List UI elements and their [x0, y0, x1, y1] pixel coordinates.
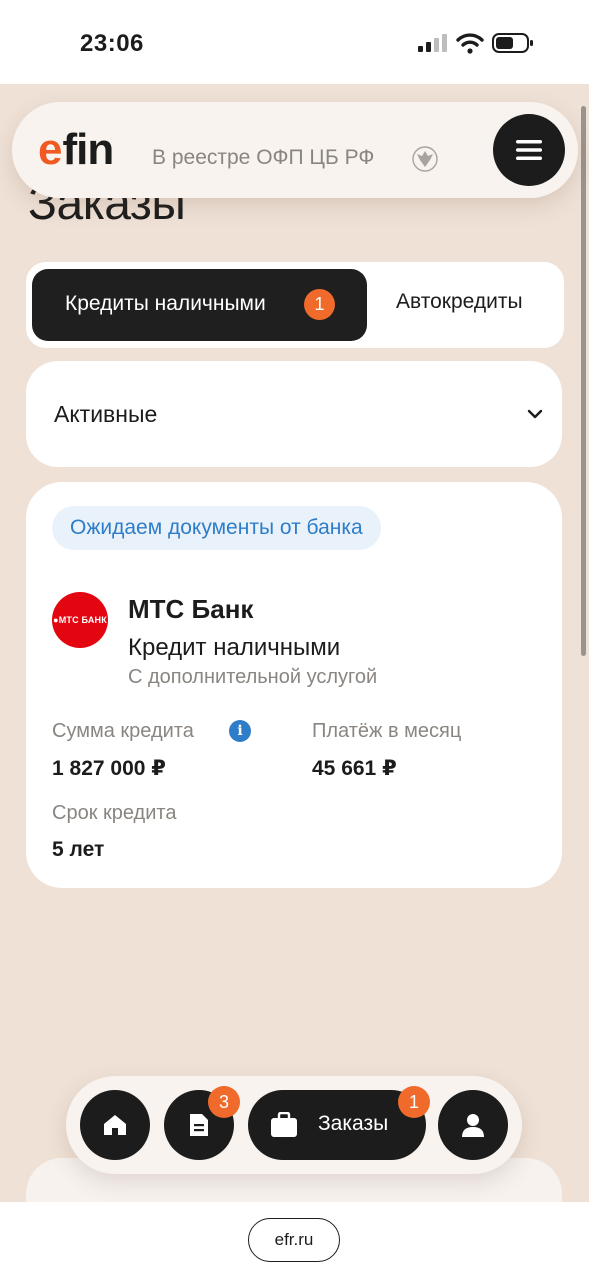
amount-value: 1 827 000 ₽: [52, 757, 166, 780]
product-name: Кредит наличными: [128, 634, 341, 661]
status-bar: 23:06: [0, 0, 589, 84]
status-filter-value: Активные: [54, 401, 158, 427]
nav-orders-label: Заказы: [318, 1112, 389, 1135]
order-card[interactable]: Ожидаем документы от банка ●МТС БАНК МТС…: [26, 482, 562, 888]
product-note: С дополнительной услугой: [128, 666, 378, 688]
hamburger-icon: [516, 140, 542, 160]
documents-badge: 3: [208, 1086, 240, 1118]
term-label: Срок кредита: [52, 802, 177, 824]
mts-bank-logo: ●МТС БАНК: [52, 592, 108, 648]
bank-name: МТС Банк: [128, 594, 254, 624]
bottom-navigation: 3 Заказы 1: [66, 1076, 522, 1174]
tab-car-loans[interactable]: Автокредиты: [396, 290, 523, 314]
efin-logo[interactable]: e fin: [38, 125, 114, 174]
registry-text: В реестре ОФП ЦБ РФ: [152, 146, 375, 169]
briefcase-icon: [271, 1112, 297, 1137]
logo-letter-e: e: [38, 125, 63, 174]
menu-button[interactable]: [493, 114, 565, 186]
scrollbar[interactable]: [581, 106, 586, 656]
user-icon: [462, 1114, 484, 1137]
payment-value: 45 661 ₽: [312, 757, 397, 780]
payment-label: Платёж в месяц: [312, 720, 462, 742]
home-icon: [104, 1115, 126, 1135]
nav-profile-button[interactable]: [438, 1090, 508, 1160]
eagle-emblem-icon: [412, 146, 438, 172]
cellular-signal-icon: [418, 34, 447, 52]
loan-type-tabs: Кредиты наличными 1 Автокредиты: [26, 262, 564, 348]
url-bar[interactable]: efr.ru: [248, 1218, 340, 1262]
chevron-down-icon: [527, 409, 543, 419]
status-filter-dropdown[interactable]: Активные: [26, 361, 562, 467]
document-icon: [190, 1114, 208, 1136]
term-value: 5 лет: [52, 838, 105, 861]
status-badge: Ожидаем документы от банка: [52, 506, 381, 550]
battery-icon: [492, 33, 533, 53]
header-bar: e fin В реестре ОФП ЦБ РФ: [12, 102, 578, 198]
app-content: Заказы e fin В реестре ОФП ЦБ РФ Кредиты…: [0, 84, 589, 1202]
amount-label: Сумма кредита: [52, 720, 194, 742]
clock: 23:06: [80, 30, 144, 57]
nav-home-button[interactable]: [80, 1090, 150, 1160]
logo-letters: fin: [62, 125, 114, 174]
browser-bottom-bar: efr.ru: [0, 1202, 589, 1280]
tab-cash-loans[interactable]: Кредиты наличными 1: [32, 269, 367, 341]
tab-cash-loans-label: Кредиты наличными: [65, 292, 266, 315]
orders-badge: 1: [398, 1086, 430, 1118]
wifi-icon: [456, 33, 484, 54]
info-icon[interactable]: i: [229, 720, 251, 742]
tab-cash-loans-badge: 1: [304, 289, 335, 320]
